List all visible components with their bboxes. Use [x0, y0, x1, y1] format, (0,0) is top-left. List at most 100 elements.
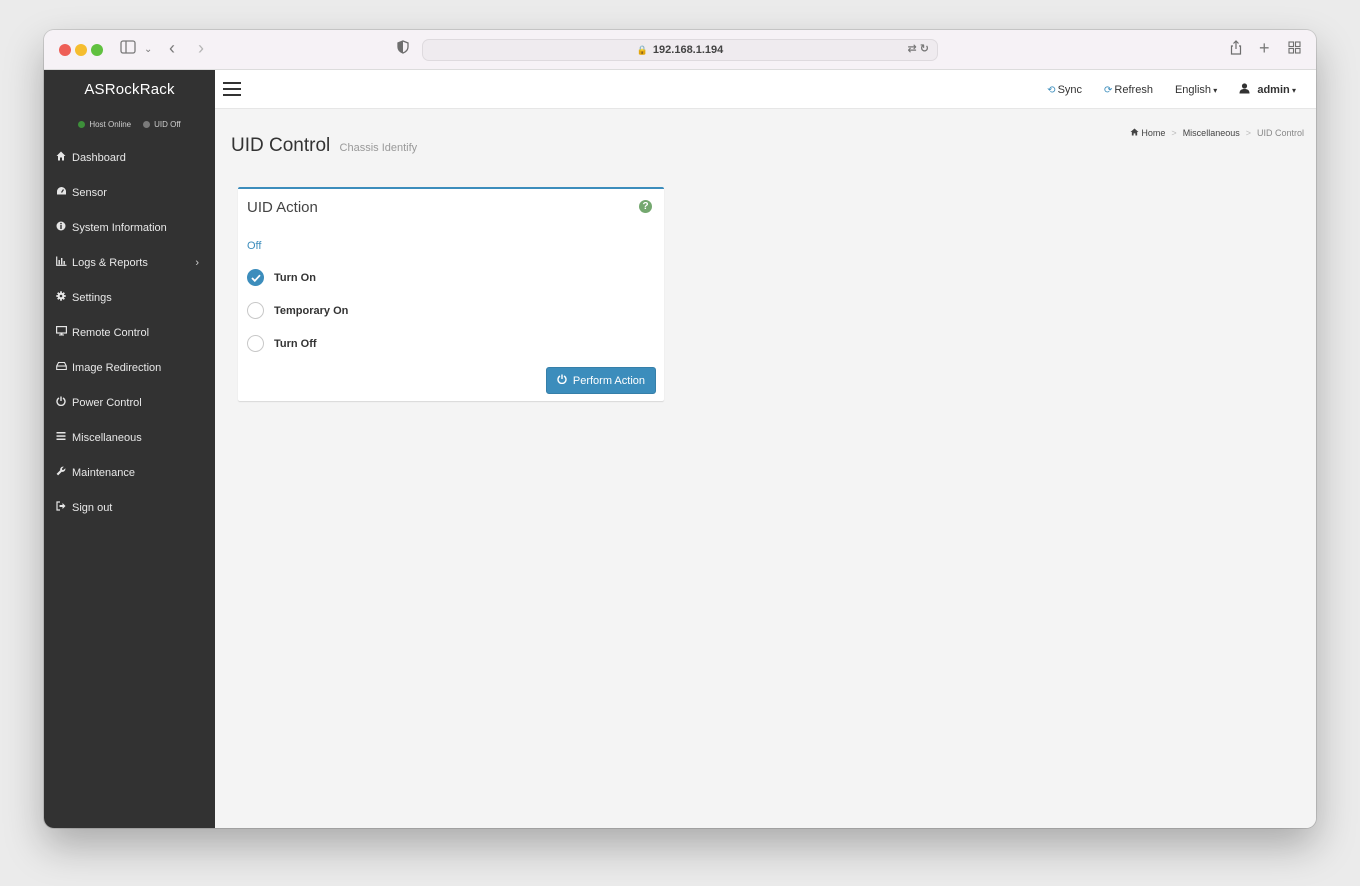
radio-unchecked[interactable]: [247, 335, 264, 352]
list-icon: [56, 431, 72, 444]
perform-action-label: Perform Action: [572, 374, 645, 387]
sidebar-item-label: Image Redirection: [72, 361, 162, 374]
refresh-label: Refresh: [1114, 83, 1153, 96]
sidebar-item-power-control[interactable]: Power Control: [44, 385, 215, 420]
sidebar-item-label: Remote Control: [72, 326, 150, 339]
sync-button[interactable]: ⟲ Sync: [1047, 84, 1082, 96]
bar-chart-icon: [56, 256, 72, 269]
sidebar-item-label: Settings: [72, 291, 112, 304]
minimize-window-button[interactable]: [75, 44, 87, 56]
power-icon: [56, 396, 72, 409]
sidebar-toggle-icon[interactable]: [120, 40, 136, 60]
host-status-dot: [78, 120, 86, 128]
user-name: admin: [1257, 84, 1290, 96]
radio-option-turn-off[interactable]: Turn Off: [247, 335, 317, 352]
tab-overview-icon[interactable]: [1288, 40, 1301, 60]
sync-icon: ⟲: [1047, 84, 1056, 96]
main-content: UID Control Chassis Identify Home > Misc…: [215, 109, 1316, 828]
checkmark-icon: [250, 274, 261, 282]
sidebar-item-label: Sign out: [72, 501, 113, 514]
radio-label: Turn On: [274, 271, 316, 284]
host-status: Host Online: [78, 120, 131, 129]
address-bar-url: 192.168.1.194: [652, 44, 724, 56]
host-status-label: Host Online: [89, 119, 132, 129]
sidebar: ASRockRack Host Online UID Off Dashboard…: [44, 70, 215, 828]
help-icon[interactable]: ?: [639, 200, 652, 213]
browser-window: ⌄ ‹ › 🔒 192.168.1.194 ⇄ ↻ + ASRockRack H…: [44, 30, 1316, 828]
uid-current-state: Off: [247, 240, 262, 252]
breadcrumb-separator: >: [1245, 128, 1251, 138]
power-icon: [557, 374, 567, 387]
uid-status: UID Off: [143, 120, 181, 129]
hamburger-menu-icon[interactable]: [223, 82, 241, 96]
page-subtitle: Chassis Identify: [339, 142, 418, 154]
sidebar-item-label: Power Control: [72, 396, 142, 409]
refresh-icon: ⟳: [1104, 84, 1113, 96]
sidebar-item-system-information[interactable]: System Information: [44, 210, 215, 245]
close-window-button[interactable]: [59, 44, 71, 56]
sidebar-item-settings[interactable]: Settings: [44, 280, 215, 315]
radio-unchecked[interactable]: [247, 302, 264, 319]
breadcrumb-home[interactable]: Home: [1130, 128, 1165, 138]
sidebar-item-label: Maintenance: [72, 466, 135, 479]
sidebar-item-remote-control[interactable]: Remote Control: [44, 315, 215, 350]
sidebar-item-maintenance[interactable]: Maintenance: [44, 455, 215, 490]
home-icon: [1130, 128, 1142, 138]
language-dropdown[interactable]: English ▾: [1175, 84, 1217, 96]
gear-icon: [56, 291, 72, 304]
new-tab-icon[interactable]: +: [1259, 38, 1270, 58]
caret-down-icon: ▾: [1211, 85, 1218, 95]
info-circle-icon: [56, 221, 72, 234]
sync-label: Sync: [1057, 83, 1083, 96]
sidebar-item-label: Miscellaneous: [72, 431, 142, 444]
sidebar-item-label: Dashboard: [72, 151, 126, 164]
hdd-icon: [56, 361, 72, 374]
page-header: UID Control Chassis Identify: [231, 135, 417, 157]
shield-icon[interactable]: [397, 40, 409, 60]
sidebar-item-sign-out[interactable]: Sign out: [44, 490, 215, 525]
sidebar-item-label: System Information: [72, 221, 167, 234]
radio-label: Temporary On: [274, 304, 349, 317]
chevron-down-icon[interactable]: ⌄: [144, 40, 152, 60]
sidebar-item-miscellaneous[interactable]: Miscellaneous: [44, 420, 215, 455]
status-row: Host Online UID Off: [44, 108, 215, 140]
user-menu[interactable]: admin ▾: [1239, 83, 1296, 96]
breadcrumb-section[interactable]: Miscellaneous: [1183, 128, 1240, 138]
sidebar-item-sensor[interactable]: Sensor: [44, 175, 215, 210]
navbar-actions: ⟲ Sync ⟳ Refresh English ▾ admin ▾: [1047, 70, 1296, 109]
uid-status-label: UID Off: [154, 119, 181, 129]
sidebar-item-dashboard[interactable]: Dashboard: [44, 140, 215, 175]
tachometer-icon: [56, 186, 72, 199]
uid-status-dot: [143, 120, 151, 128]
top-navbar: ⟲ Sync ⟳ Refresh English ▾ admin ▾: [215, 70, 1316, 109]
share-icon[interactable]: [1230, 40, 1242, 61]
sign-out-icon: [56, 501, 72, 514]
address-bar[interactable]: 🔒 192.168.1.194 ⇄ ↻: [422, 39, 938, 61]
wrench-icon: [56, 466, 72, 479]
radio-option-turn-on[interactable]: Turn On: [247, 269, 316, 286]
sidebar-item-image-redirection[interactable]: Image Redirection: [44, 350, 215, 385]
zoom-window-button[interactable]: [91, 44, 103, 56]
sidebar-item-label: Sensor: [72, 186, 107, 199]
breadcrumb: Home > Miscellaneous > UID Control: [1130, 128, 1304, 138]
back-icon[interactable]: ‹: [169, 38, 175, 58]
uid-action-panel: UID Action ? Off Turn On Temporary On Tu…: [238, 187, 664, 401]
sidebar-item-logs-reports[interactable]: Logs & Reports ›: [44, 245, 215, 280]
home-icon: [56, 151, 72, 164]
brand-logo[interactable]: ASRockRack: [44, 70, 215, 108]
refresh-button[interactable]: ⟳ Refresh: [1104, 84, 1153, 96]
perform-action-button[interactable]: Perform Action: [545, 367, 656, 394]
forward-icon[interactable]: ›: [198, 38, 204, 58]
user-icon: [1239, 83, 1253, 96]
radio-option-temporary-on[interactable]: Temporary On: [247, 302, 348, 319]
panel-title: UID Action: [247, 199, 318, 216]
radio-label: Turn Off: [274, 337, 317, 350]
chevron-right-icon: ›: [195, 256, 199, 269]
sidebar-item-label: Logs & Reports: [72, 256, 148, 269]
radio-checked[interactable]: [247, 269, 264, 286]
breadcrumb-separator: >: [1171, 128, 1177, 138]
lock-icon: 🔒: [636, 44, 648, 55]
browser-toolbar: ⌄ ‹ › 🔒 192.168.1.194 ⇄ ↻ +: [44, 30, 1316, 70]
translate-reload-icons[interactable]: ⇄ ↻: [908, 42, 930, 55]
breadcrumb-current: UID Control: [1256, 128, 1304, 138]
